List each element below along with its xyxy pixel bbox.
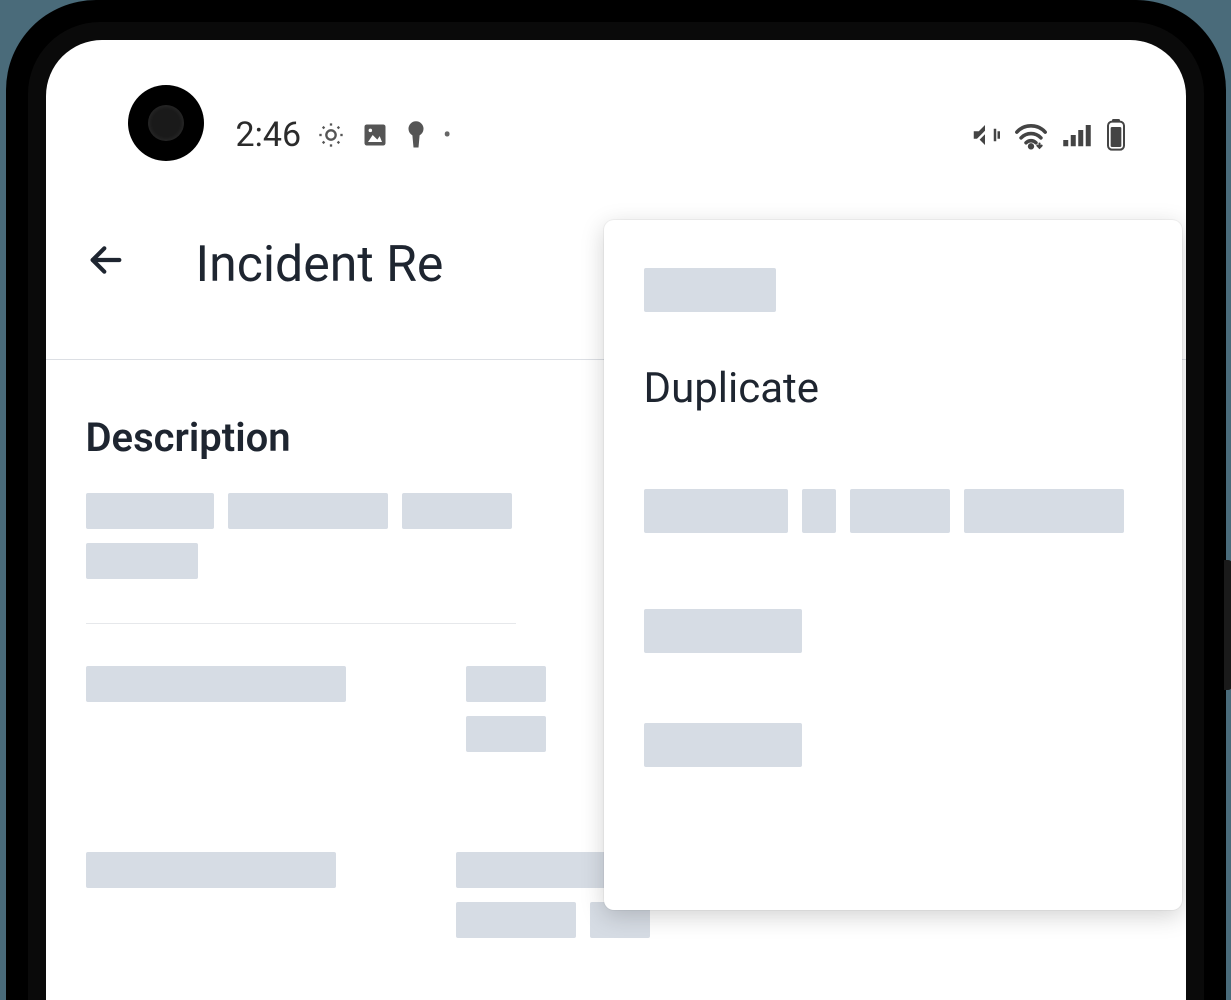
- placeholder-block: [86, 852, 336, 888]
- placeholder-block[interactable]: [644, 609, 802, 653]
- placeholder-column: [466, 666, 546, 752]
- placeholder-block: [456, 902, 576, 938]
- status-bar-left: 2:46 •: [236, 115, 452, 155]
- battery-icon: [1106, 119, 1126, 151]
- placeholder-block: [466, 666, 546, 702]
- status-bar-right: [970, 119, 1126, 151]
- back-arrow-icon[interactable]: [86, 239, 126, 291]
- phone-frame: 2:46 •: [6, 0, 1226, 1000]
- camera-cutout: [128, 85, 204, 161]
- phone-screen: 2:46 •: [46, 40, 1186, 1000]
- camera-lens: [148, 105, 184, 141]
- placeholder-block[interactable]: [964, 489, 1124, 533]
- placeholder-block: [228, 493, 388, 529]
- placeholder-block: [86, 666, 346, 702]
- phone-side-button: [1224, 560, 1231, 690]
- keyhole-icon: [405, 120, 427, 150]
- placeholder-block[interactable]: [850, 489, 950, 533]
- page-title: Incident Re: [196, 236, 444, 294]
- placeholder-block[interactable]: [802, 489, 836, 533]
- placeholder-block: [402, 493, 512, 529]
- menu-item-duplicate[interactable]: Duplicate: [644, 364, 1142, 413]
- context-menu-popup[interactable]: Duplicate: [604, 220, 1182, 910]
- placeholder-row: [644, 489, 1142, 533]
- status-bar: 2:46 •: [46, 105, 1186, 165]
- placeholder-block: [466, 716, 546, 752]
- placeholder-block: [86, 543, 198, 579]
- wifi-icon: [1014, 120, 1048, 150]
- placeholder-block[interactable]: [644, 489, 788, 533]
- placeholder-block[interactable]: [644, 268, 776, 312]
- image-icon: [361, 121, 389, 149]
- signal-icon: [1062, 122, 1092, 148]
- mute-vibrate-icon: [970, 120, 1000, 150]
- dot-icon: •: [443, 121, 451, 149]
- placeholder-block[interactable]: [644, 723, 802, 767]
- sun-icon: [317, 121, 345, 149]
- clock-text: 2:46: [236, 115, 302, 155]
- phone-frame-inner: 2:46 •: [28, 22, 1204, 1000]
- placeholder-block: [86, 493, 214, 529]
- section-divider: [86, 623, 516, 624]
